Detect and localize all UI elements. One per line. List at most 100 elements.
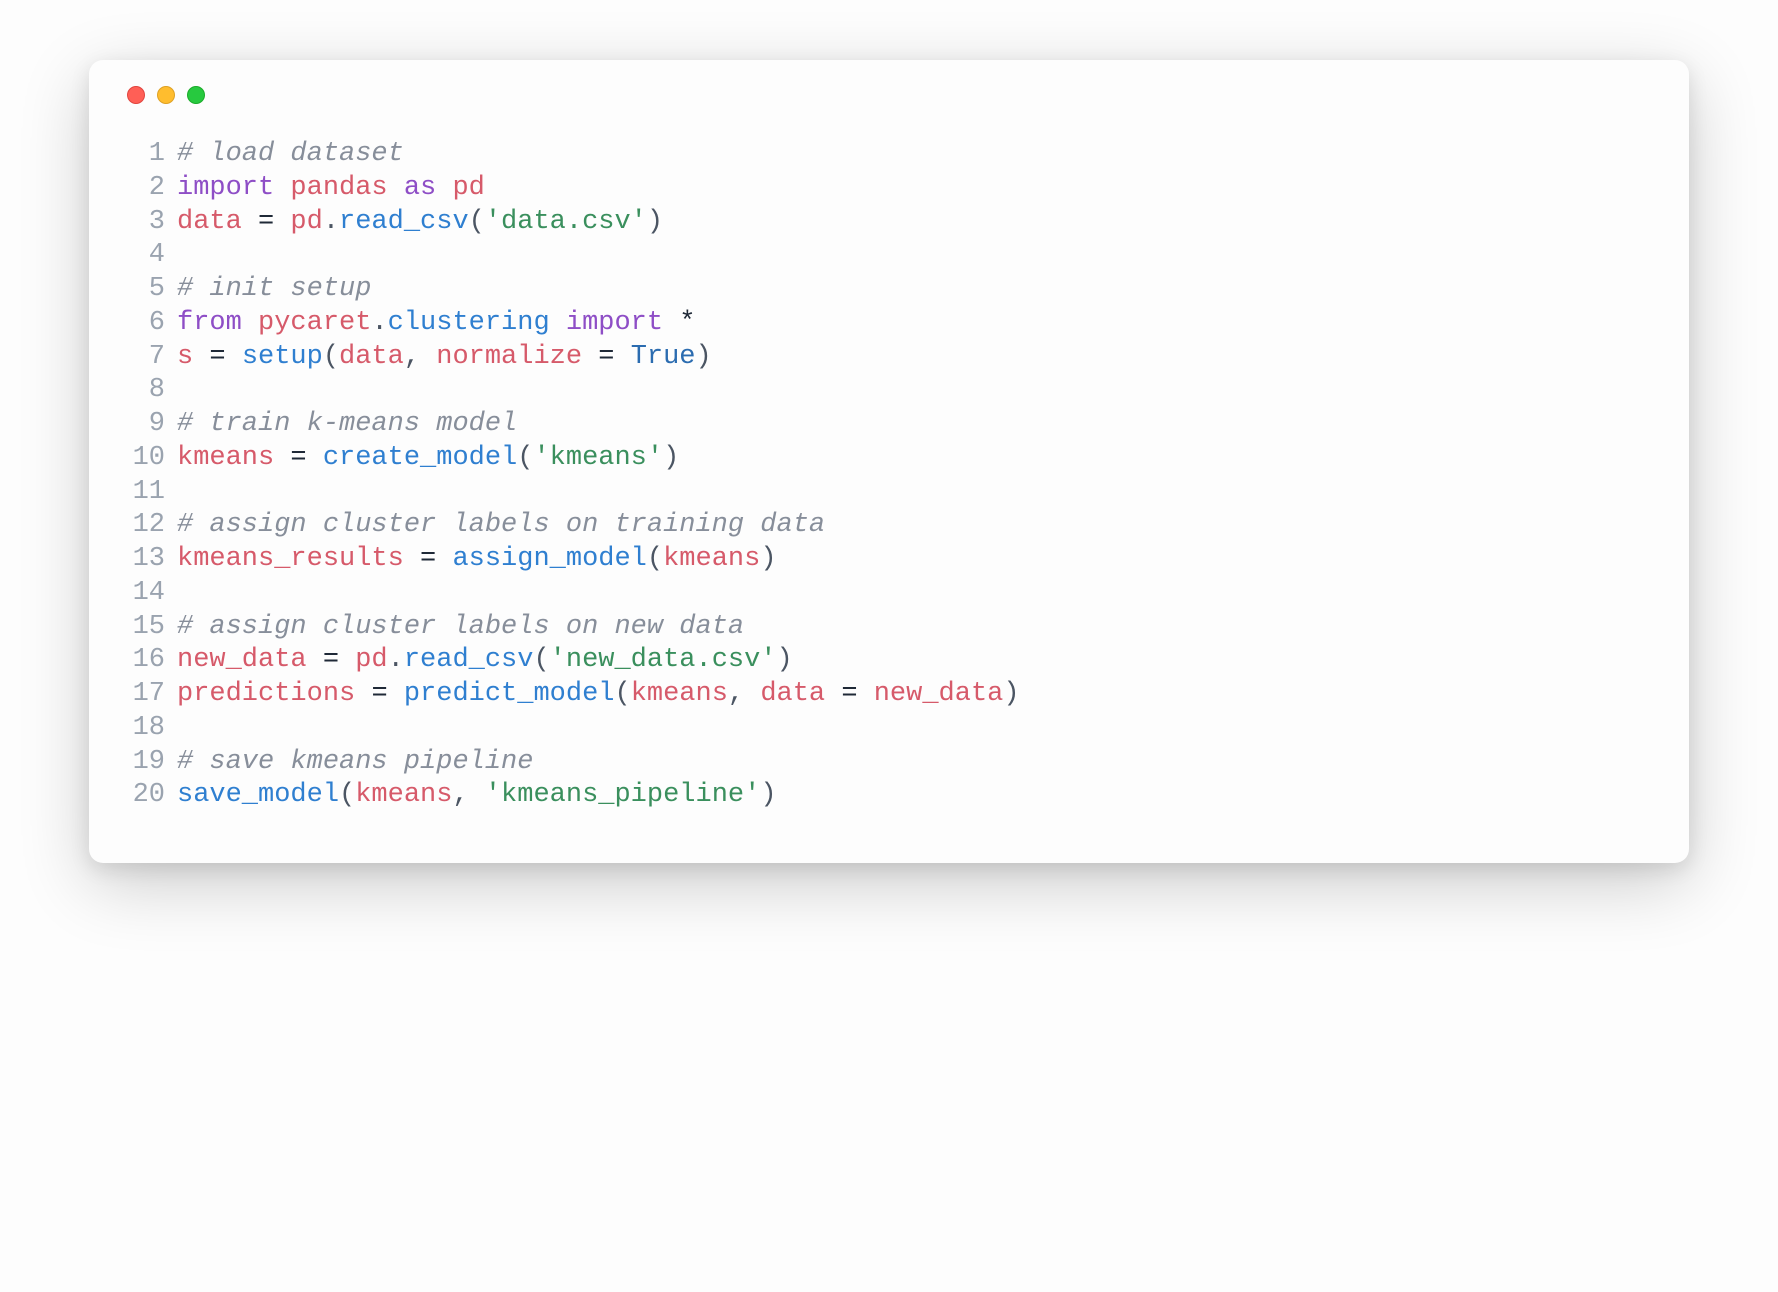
code-token <box>274 173 290 203</box>
line-number: 18 <box>125 712 177 746</box>
code-token <box>339 645 355 675</box>
line-number: 10 <box>125 442 177 476</box>
code-token: pandas <box>290 173 387 203</box>
code-token: ( <box>517 443 533 473</box>
line-content: import pandas as pd <box>177 172 1653 206</box>
code-token: # save kmeans pipeline <box>177 747 533 777</box>
code-line: 19# save kmeans pipeline <box>125 746 1653 780</box>
code-token: save_model <box>177 780 339 810</box>
code-token: data <box>760 679 825 709</box>
code-token: data <box>177 207 242 237</box>
line-number: 11 <box>125 476 177 510</box>
line-number: 1 <box>125 138 177 172</box>
code-token: ( <box>614 679 630 709</box>
code-line: 16new_data = pd.read_csv('new_data.csv') <box>125 644 1653 678</box>
line-number: 16 <box>125 644 177 678</box>
code-token <box>388 679 404 709</box>
line-content <box>177 577 1653 611</box>
line-number: 7 <box>125 341 177 375</box>
window-titlebar <box>127 86 1653 104</box>
code-token: read_csv <box>339 207 469 237</box>
line-content: # load dataset <box>177 138 1653 172</box>
code-line: 13kmeans_results = assign_model(kmeans) <box>125 543 1653 577</box>
code-token: # assign cluster labels on training data <box>177 510 825 540</box>
code-token: , <box>404 342 420 372</box>
code-line: 8 <box>125 374 1653 408</box>
line-number: 19 <box>125 746 177 780</box>
code-token: import <box>566 308 663 338</box>
code-token <box>274 443 290 473</box>
code-token: ) <box>647 207 663 237</box>
code-token: 'kmeans_pipeline' <box>485 780 760 810</box>
code-line: 11 <box>125 476 1653 510</box>
code-token: ) <box>777 645 793 675</box>
code-line: 12# assign cluster labels on training da… <box>125 509 1653 543</box>
minimize-icon[interactable] <box>157 86 175 104</box>
code-token: setup <box>242 342 323 372</box>
code-token: ( <box>533 645 549 675</box>
code-token: # load dataset <box>177 139 404 169</box>
code-token: pycaret <box>258 308 371 338</box>
code-line: 7s = setup(data, normalize = True) <box>125 341 1653 375</box>
code-token: assign_model <box>452 544 646 574</box>
line-content: # train k-means model <box>177 408 1653 442</box>
code-token <box>436 544 452 574</box>
code-token <box>307 443 323 473</box>
code-token: # assign cluster labels on new data <box>177 612 744 642</box>
code-token: = <box>371 679 387 709</box>
code-token <box>825 679 841 709</box>
line-content <box>177 374 1653 408</box>
code-token: , <box>728 679 744 709</box>
code-token <box>226 342 242 372</box>
code-token: new_data <box>874 679 1004 709</box>
line-number: 9 <box>125 408 177 442</box>
line-content: # assign cluster labels on new data <box>177 611 1653 645</box>
code-token: ( <box>339 780 355 810</box>
code-token: kmeans <box>663 544 760 574</box>
code-token <box>404 544 420 574</box>
code-token: kmeans <box>355 780 452 810</box>
code-token: kmeans <box>177 443 274 473</box>
code-token: = <box>258 207 274 237</box>
code-line: 6from pycaret.clustering import * <box>125 307 1653 341</box>
line-number: 3 <box>125 206 177 240</box>
code-line: 20save_model(kmeans, 'kmeans_pipeline') <box>125 779 1653 813</box>
code-token: data <box>339 342 404 372</box>
code-line: 18 <box>125 712 1653 746</box>
code-token: 'kmeans' <box>533 443 663 473</box>
code-token <box>663 308 679 338</box>
code-line: 15# assign cluster labels on new data <box>125 611 1653 645</box>
code-token: pd <box>452 173 484 203</box>
zoom-icon[interactable] <box>187 86 205 104</box>
code-token <box>614 342 630 372</box>
line-number: 20 <box>125 779 177 813</box>
line-number: 5 <box>125 273 177 307</box>
line-number: 2 <box>125 172 177 206</box>
line-content <box>177 712 1653 746</box>
code-token <box>388 173 404 203</box>
code-token <box>274 207 290 237</box>
code-token: * <box>679 308 695 338</box>
code-line: 4 <box>125 239 1653 273</box>
line-content: predictions = predict_model(kmeans, data… <box>177 678 1653 712</box>
code-token: import <box>177 173 274 203</box>
code-token <box>307 645 323 675</box>
code-block: 1# load dataset2import pandas as pd3data… <box>125 138 1653 813</box>
code-token: kmeans <box>631 679 728 709</box>
code-token: ( <box>469 207 485 237</box>
line-number: 15 <box>125 611 177 645</box>
line-content: kmeans = create_model('kmeans') <box>177 442 1653 476</box>
code-token: ( <box>323 342 339 372</box>
code-window: 1# load dataset2import pandas as pd3data… <box>89 60 1689 863</box>
line-content: kmeans_results = assign_model(kmeans) <box>177 543 1653 577</box>
code-token: predictions <box>177 679 355 709</box>
line-number: 17 <box>125 678 177 712</box>
code-line: 1# load dataset <box>125 138 1653 172</box>
close-icon[interactable] <box>127 86 145 104</box>
line-content: # assign cluster labels on training data <box>177 509 1653 543</box>
code-token: read_csv <box>404 645 534 675</box>
code-token: # train k-means model <box>177 409 517 439</box>
code-token: True <box>631 342 696 372</box>
code-line: 10kmeans = create_model('kmeans') <box>125 442 1653 476</box>
code-token <box>582 342 598 372</box>
